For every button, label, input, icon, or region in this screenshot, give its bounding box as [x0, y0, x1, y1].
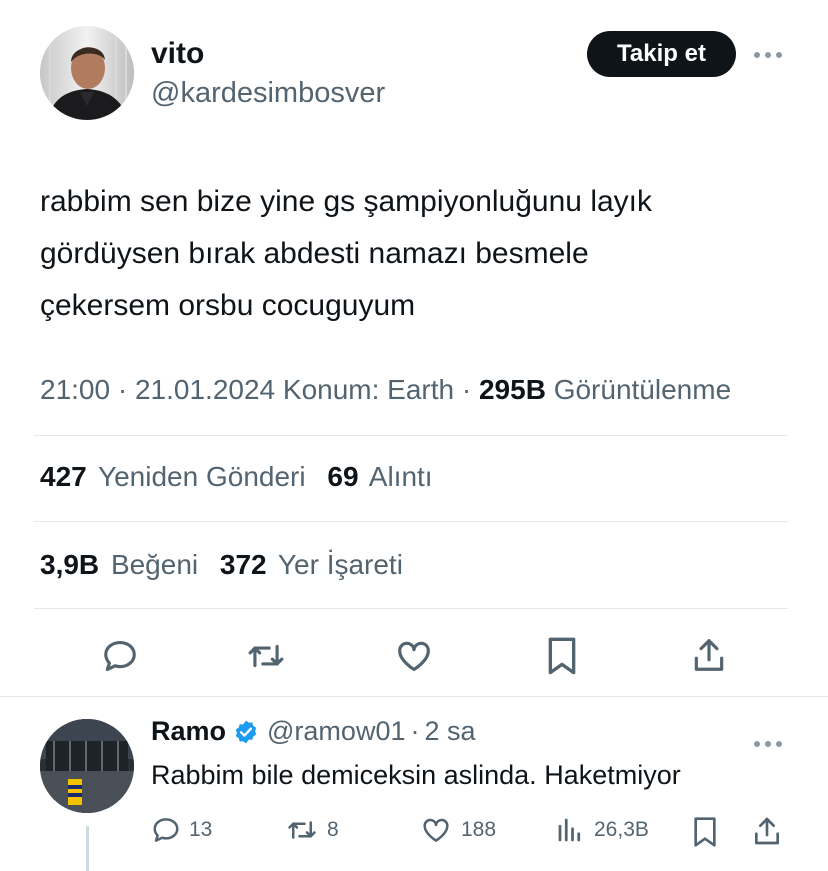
- verified-badge-icon: [233, 719, 259, 745]
- reply-more-options-icon[interactable]: [752, 731, 784, 753]
- tweet-location: Konum: Earth: [282, 374, 455, 405]
- like-icon: [419, 815, 453, 845]
- bookmark-icon[interactable]: [691, 816, 719, 848]
- retweet-icon[interactable]: [245, 637, 287, 675]
- divider: [34, 608, 788, 609]
- divider: [0, 696, 828, 697]
- tweet-meta: 21:00 · 21.01.2024 Konum: Earth · 295B G…: [40, 374, 731, 406]
- reply-retweet-action[interactable]: 8: [285, 815, 339, 845]
- retweet-icon: [285, 815, 319, 845]
- reply-like-action[interactable]: 188: [419, 815, 496, 845]
- reply-icon[interactable]: [101, 637, 139, 675]
- reply-count: 13: [189, 818, 213, 841]
- meta-separator: ·: [461, 374, 472, 405]
- tweet-text-line: çekersem orsbu cocuguyum: [40, 289, 416, 322]
- like-icon[interactable]: [394, 637, 434, 675]
- retweet-count: 8: [327, 818, 339, 841]
- author-display-name[interactable]: vito: [151, 37, 204, 71]
- more-options-icon[interactable]: [752, 42, 784, 64]
- like-count[interactable]: 3,9B: [40, 549, 99, 580]
- share-icon[interactable]: [690, 635, 728, 675]
- reply-icon: [151, 815, 181, 845]
- like-count: 188: [461, 818, 497, 841]
- reply-reply-action[interactable]: 13: [151, 815, 212, 845]
- meta-separator: ·: [117, 374, 128, 405]
- author-handle[interactable]: @kardesimbosver: [151, 77, 385, 110]
- reply-header: Ramo @ramow01 · 2 sa: [151, 716, 476, 747]
- bookmark-label[interactable]: Yer İşareti: [278, 549, 403, 580]
- quote-count[interactable]: 69: [327, 461, 358, 492]
- divider: [34, 435, 788, 436]
- share-icon[interactable]: [751, 815, 783, 847]
- tweet-text-line: rabbim sen bize yine gs şampiyonluğunu l…: [40, 185, 652, 218]
- reply-handle[interactable]: @ramow01: [267, 716, 405, 747]
- meta-separator: ·: [410, 716, 420, 746]
- author-avatar[interactable]: [40, 26, 134, 120]
- tweet-text-line: gördüysen bırak abdesti namazı besmele: [40, 237, 589, 270]
- views-count: 26,3B: [594, 818, 649, 841]
- retweet-count[interactable]: 427: [40, 461, 87, 492]
- views-icon: [554, 815, 586, 845]
- retweet-quote-stats: 427 Yeniden Gönderi 69 Alıntı: [40, 461, 437, 493]
- reply-time[interactable]: 2 sa: [424, 716, 475, 747]
- like-label[interactable]: Beğeni: [111, 549, 198, 580]
- tweet-time[interactable]: 21:00: [40, 374, 110, 405]
- follow-button[interactable]: Takip et: [587, 31, 736, 77]
- tweet-text: rabbim sen bize yine gs şampiyonluğunu l…: [40, 176, 800, 332]
- thread-line: [86, 826, 89, 871]
- like-bookmark-stats: 3,9B Beğeni 372 Yer İşareti: [40, 549, 407, 581]
- reply-display-name[interactable]: Ramo: [151, 716, 226, 747]
- reply-text: Rabbim bile demiceksin aslinda. Haketmiy…: [151, 760, 681, 790]
- views-count: 295B: [478, 374, 546, 405]
- bookmark-icon[interactable]: [545, 636, 579, 676]
- bookmark-count[interactable]: 372: [220, 549, 267, 580]
- retweet-label[interactable]: Yeniden Gönderi: [98, 461, 306, 492]
- views-label: Görüntülenme: [553, 374, 732, 405]
- reply-author-avatar[interactable]: [40, 719, 134, 813]
- reply-views-action[interactable]: 26,3B: [554, 815, 649, 845]
- divider: [34, 521, 788, 522]
- tweet-date[interactable]: 21.01.2024: [135, 374, 275, 405]
- quote-label[interactable]: Alıntı: [369, 461, 433, 492]
